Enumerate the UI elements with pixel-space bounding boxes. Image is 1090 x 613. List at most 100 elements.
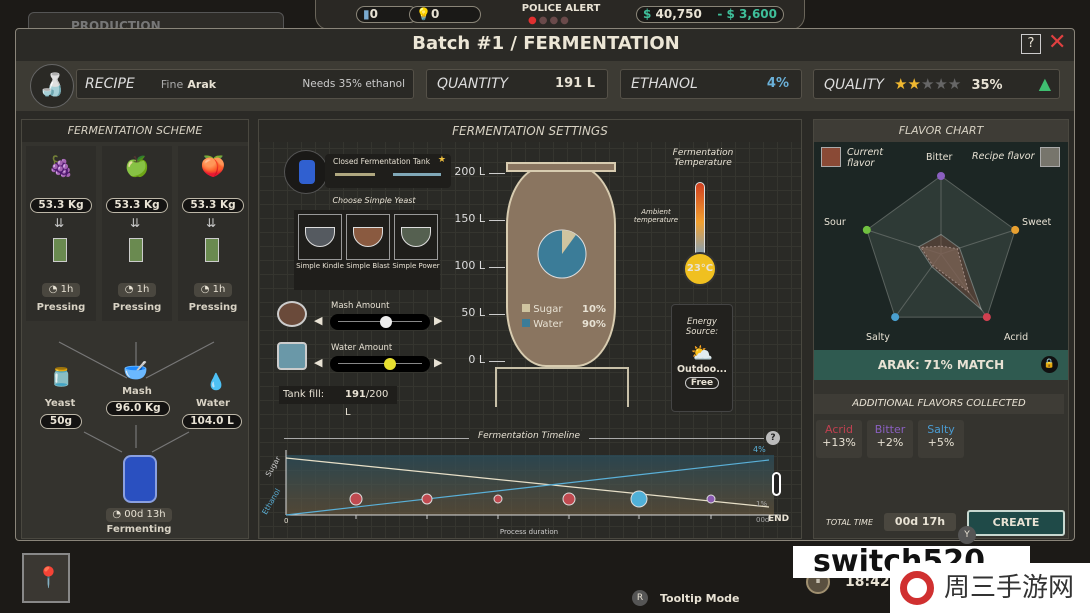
ferment-time: ◔ 00d 13h — [106, 508, 172, 522]
total-time: 00d 17h — [884, 513, 956, 531]
scale-tick — [489, 173, 505, 174]
timeline-event[interactable] — [349, 492, 363, 506]
arrow-up-icon: ▲ — [1038, 74, 1051, 93]
water-drop-icon: 💧 — [206, 372, 226, 391]
timeline-event[interactable] — [493, 494, 503, 504]
fermentation-scheme-panel: FERMENTATION SCHEME 🍇 53.3 Kg ⇊ ◔ 1h Pre… — [21, 119, 249, 539]
police-alert-meter: ●●●● — [528, 15, 571, 26]
increase-mash-button[interactable]: ▶ — [434, 314, 442, 327]
lock-icon[interactable]: 🔒 — [1041, 356, 1058, 373]
yeast-amount-tag: 50g — [40, 414, 82, 429]
arak-bottle-icon: 🍶 — [30, 64, 74, 108]
mix-pie-chart — [537, 229, 587, 279]
water-amount-tag: 104.0 L — [182, 414, 242, 429]
star-icon: ★ — [894, 75, 908, 93]
quantity-box: QUANTITY 191 L — [426, 69, 608, 99]
timeline-event[interactable] — [562, 492, 576, 506]
fermentation-window: Batch #1 / FERMENTATION ? ✕ 🍶 RECIPE Fin… — [15, 28, 1075, 544]
info-row: 🍶 RECIPE Fine Arak Needs 35% ethanol QUA… — [16, 61, 1074, 111]
tank-thumbnail[interactable] — [284, 150, 328, 194]
timeline-event[interactable] — [630, 490, 648, 508]
radar-axis-marker — [891, 313, 900, 322]
radar-axis-marker — [982, 313, 991, 322]
radar-axis-label: Bitter — [926, 152, 953, 163]
mix-legend: Sugar 10% Water 90% — [522, 304, 606, 330]
additional-flavor-chip: Bitter +2% — [867, 420, 913, 458]
yeast-jar-icon: 🫙 — [50, 367, 73, 388]
thermometer — [695, 182, 705, 262]
timeline-scrubber[interactable] — [772, 472, 781, 496]
mash-amount-tag: 96.0 Kg — [106, 401, 170, 416]
fermentation-timeline-chart — [285, 450, 779, 519]
mash-bowl-icon: 🥣 — [123, 358, 148, 382]
energy-source-button[interactable]: Energy Source: ⛅ Outdoo... Free — [671, 304, 733, 412]
star-icon: ★ — [920, 75, 935, 93]
increase-water-button[interactable]: ▶ — [434, 356, 442, 369]
lightbulb-icon: 💡 — [416, 7, 431, 21]
barrel-stand — [495, 367, 629, 407]
top-hud: ▮0 💡0 POLICE ALERT ●●●● $ 40,750- $ 3,60… — [315, 0, 805, 30]
flavor-panel: FLAVOR CHART Current flavor Recipe flavo… — [813, 119, 1069, 544]
scale-label: 100 L — [454, 259, 485, 272]
fermentation-settings-panel: FERMENTATION SETTINGS Closed Fermentatio… — [258, 119, 802, 539]
radar-axis-label: Salty — [866, 332, 890, 343]
yeast-option[interactable] — [394, 214, 438, 260]
scale-label: 50 L — [461, 306, 485, 319]
map-pin-icon: 📍 — [36, 565, 61, 589]
recipe-match: ARAK: 71% MATCH 🔒 — [814, 350, 1068, 380]
ideas-counter: 💡0 — [409, 6, 481, 23]
money-display: $ 40,750- $ 3,600 — [636, 6, 784, 23]
capacity-bar — [393, 173, 441, 176]
timeline-event[interactable] — [706, 494, 716, 504]
map-button[interactable]: 📍 — [22, 553, 70, 603]
y-button-hint: Y — [958, 526, 976, 544]
radar-chart — [862, 172, 1020, 322]
watermark-logo — [900, 571, 934, 605]
radar-axis-label: Sweet — [1022, 217, 1052, 228]
fermentation-tank-icon — [123, 455, 157, 503]
yeast-options: Simple Kindle Simple Blast Simple Power — [294, 210, 440, 290]
scale-label: 200 L — [454, 165, 485, 178]
police-alert-label: POLICE ALERT — [521, 3, 601, 14]
close-button[interactable]: ✕ — [1048, 30, 1066, 55]
partly-cloudy-icon: ⛅ — [690, 343, 714, 364]
mash-bowl-icon — [277, 301, 307, 327]
timeline-area — [286, 455, 774, 515]
water-amount-slider[interactable]: ◀ ▶ — [314, 356, 444, 372]
window-title: Batch #1 / FERMENTATION — [412, 33, 680, 54]
scale-label: 0 L — [468, 353, 485, 366]
decrease-water-button[interactable]: ◀ — [314, 356, 322, 369]
scale-tick — [489, 361, 505, 362]
durability-bar — [335, 173, 375, 176]
water-bucket-icon — [277, 342, 307, 370]
radar-axis-marker — [1011, 225, 1020, 234]
decrease-mash-button[interactable]: ◀ — [314, 314, 322, 327]
mash-amount-slider[interactable]: ◀ ▶ — [314, 314, 444, 330]
watermark-site: 周三手游网 — [890, 563, 1090, 613]
quality-stars: ★★★★★ — [894, 75, 961, 93]
radar-axis-marker — [937, 172, 945, 180]
scale-label: 150 L — [454, 212, 485, 225]
tank-selector[interactable]: Closed Fermentation Tank ★ — [325, 154, 451, 188]
tooltip-mode[interactable]: Tooltip Mode — [660, 592, 740, 605]
help-button[interactable]: ? — [1021, 34, 1041, 54]
create-button[interactable]: CREATE — [967, 510, 1065, 536]
r-button-hint: R — [632, 590, 648, 606]
bottle-icon: ▮ — [363, 7, 370, 21]
ethanol-box: ETHANOL 4% — [620, 69, 802, 99]
flavor-chart: Current flavor Recipe flavor Bitter Sweet… — [814, 142, 1068, 350]
star-icon: ★ — [934, 75, 948, 93]
barrel-lid — [506, 162, 616, 172]
scale-tick — [489, 314, 505, 315]
radar-axis-marker — [862, 225, 871, 234]
radar-axis-label: Sour — [824, 217, 846, 228]
star-icon: ★ — [947, 75, 962, 93]
star-icon: ★ — [437, 155, 446, 165]
yeast-option[interactable] — [346, 214, 390, 260]
recipe-box: RECIPE Fine Arak Needs 35% ethanol — [76, 69, 414, 99]
scale-tick — [489, 267, 505, 268]
additional-flavor-chip: Acrid +13% — [816, 420, 862, 458]
yeast-option[interactable] — [298, 214, 342, 260]
temperature-readout: 23°C — [683, 252, 717, 286]
timeline-event[interactable] — [421, 493, 433, 505]
